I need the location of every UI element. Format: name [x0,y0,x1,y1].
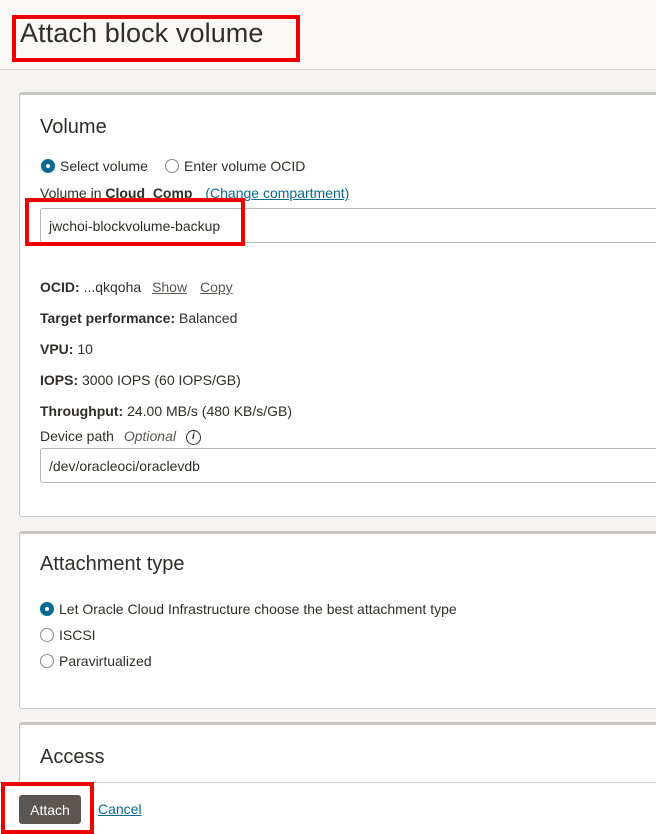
device-path-label-row: Device path Optional i [40,428,201,445]
attachment-type-card: Attachment type Let Oracle Cloud Infrast… [19,531,656,709]
volume-card: Volume Select volume Enter volume OCID V… [19,92,656,517]
vpu-row: VPU: 10 [40,341,93,357]
change-compartment-link[interactable]: (Change compartment) [205,185,349,201]
page-title: Attach block volume [20,18,264,48]
iops-row: IOPS: 3000 IOPS (60 IOPS/GB) [40,372,241,388]
select-volume-label: Select volume [60,158,148,174]
attachment-option-auto[interactable]: Let Oracle Cloud Infrastructure choose t… [40,601,457,617]
target-performance-value: Balanced [179,310,238,326]
attachment-auto-radio[interactable] [40,602,54,616]
throughput-label: Throughput: [40,403,124,419]
volume-in-compartment-row: Volume in Cloud_Comp (Change compartment… [40,185,349,201]
ocid-value: ...qkqoha [83,279,142,295]
select-volume-radio[interactable] [41,159,55,173]
attachment-iscsi-label: ISCSI [59,627,96,643]
throughput-value: 24.00 MB/s (480 KB/s/GB) [127,403,293,419]
iops-label: IOPS: [40,372,79,388]
attach-button[interactable]: Attach [19,795,81,824]
device-path-value: /dev/oracleoci/oraclevdb [49,457,200,474]
show-ocid-link[interactable]: Show [152,279,187,295]
info-icon[interactable]: i [185,429,201,445]
iops-value: 3000 IOPS (60 IOPS/GB) [82,372,241,388]
volume-in-label: Volume in [40,185,102,201]
vpu-label: VPU: [40,341,74,357]
attachment-type-title: Attachment type [40,553,185,575]
device-path-select[interactable]: /dev/oracleoci/oraclevdb [40,448,656,483]
attachment-iscsi-radio[interactable] [40,628,54,642]
volume-section-title: Volume [40,116,107,138]
attachment-option-paravirtualized[interactable]: Paravirtualized [40,653,152,669]
device-path-label: Device path [40,428,114,444]
throughput-row: Throughput: 24.00 MB/s (480 KB/s/GB) [40,403,292,419]
copy-ocid-link[interactable]: Copy [200,279,233,295]
cancel-link[interactable]: Cancel [98,801,142,817]
attachment-auto-label: Let Oracle Cloud Infrastructure choose t… [59,601,457,617]
target-performance-row: Target performance: Balanced [40,310,237,326]
attachment-paravirtualized-label: Paravirtualized [59,653,152,669]
attachment-option-iscsi[interactable]: ISCSI [40,627,96,643]
select-volume-radio-option[interactable]: Select volume [41,158,148,174]
enter-ocid-radio[interactable] [165,159,179,173]
ocid-label: OCID: [40,279,80,295]
selected-volume-value: jwchoi-blockvolume-backup [49,217,221,234]
vpu-value: 10 [77,341,93,357]
enter-ocid-radio-option[interactable]: Enter volume OCID [165,158,305,174]
target-performance-label: Target performance: [40,310,176,326]
ocid-row: OCID: ...qkqoha Show Copy [40,279,233,295]
page-header: Attach block volume [0,0,656,70]
optional-label: Optional [123,428,176,444]
volume-select[interactable]: jwchoi-blockvolume-backup [40,208,656,243]
enter-ocid-label: Enter volume OCID [184,158,306,174]
access-title: Access [40,746,105,768]
attachment-paravirtualized-radio[interactable] [40,654,54,668]
compartment-name: Cloud_Comp [105,185,193,201]
